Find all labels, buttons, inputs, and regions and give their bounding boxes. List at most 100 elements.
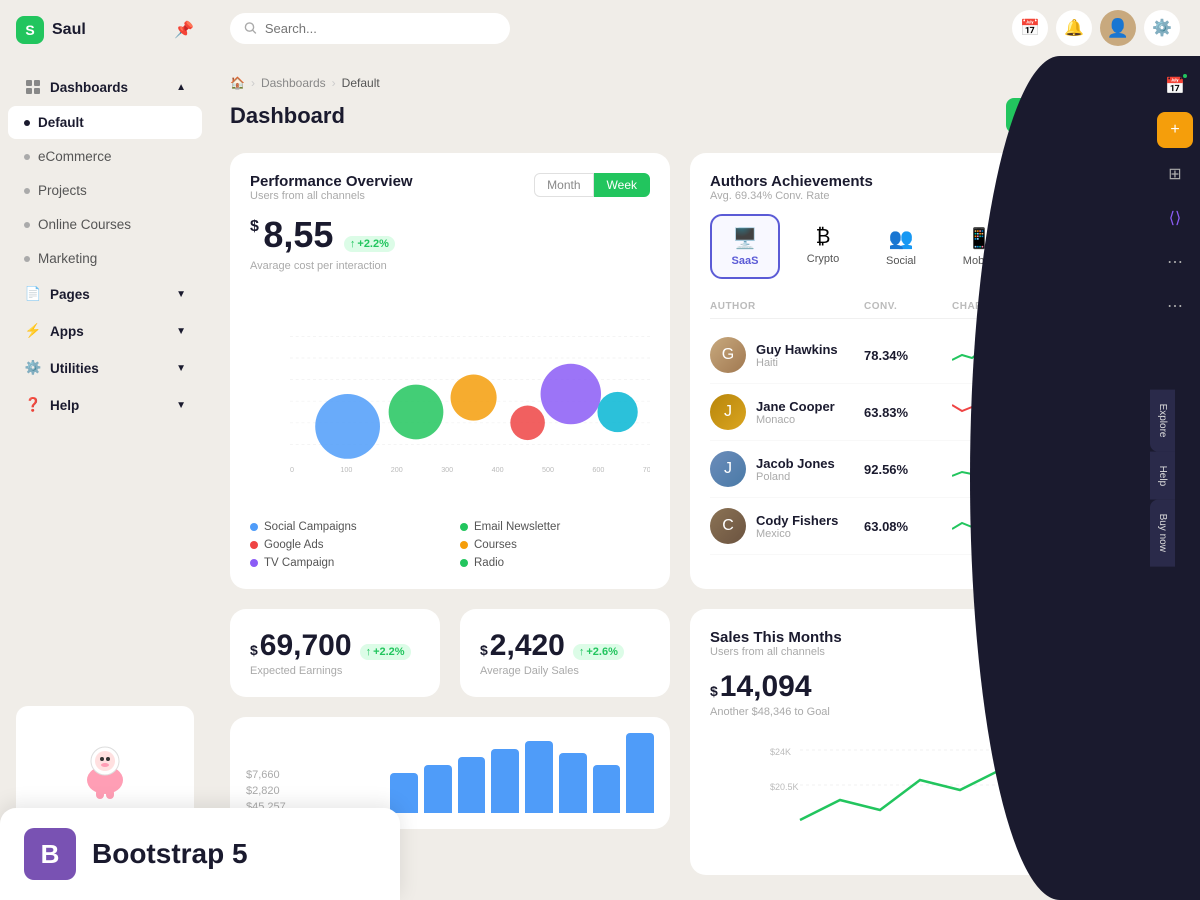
period-toggle: Month Week <box>534 173 650 197</box>
legend-label: TV Campaign <box>264 557 334 569</box>
mobile-label: Mobile <box>963 255 995 267</box>
notification-icon[interactable]: 🔔 <box>1056 10 1092 46</box>
explore-tab[interactable]: Explore <box>1150 390 1175 452</box>
table-row: C Cody Fishers Mexico 63.08% <box>710 498 1110 555</box>
sales-goal: Another $48,346 to Goal <box>710 706 1110 718</box>
content-main: 🏠 › Dashboards › Default Dashboard Creat… <box>210 56 1150 900</box>
utilities-icon: ⚙️ <box>24 359 42 377</box>
th-conv: CONV. <box>864 301 944 312</box>
topbar-right: 📅 🔔 👤 ⚙️ <box>1012 10 1180 46</box>
view-button[interactable]: → <box>1060 341 1088 369</box>
add-rp-icon[interactable]: + <box>1157 112 1193 148</box>
svg-text:0: 0 <box>290 465 294 474</box>
table-row: J Jacob Jones Poland 92.56% <box>710 441 1110 498</box>
sidebar-item-projects[interactable]: Projects <box>8 174 202 207</box>
dots2-rp-icon[interactable]: ⋯ <box>1157 288 1193 324</box>
legend-dot <box>460 541 468 549</box>
mini-chart <box>952 454 1052 484</box>
settings-icon[interactable]: ⚙️ <box>1144 10 1180 46</box>
sidebar-item-ecommerce[interactable]: eCommerce <box>8 140 202 173</box>
calendar-icon[interactable]: 📅 <box>1012 10 1048 46</box>
cat-tab-crypto[interactable]: ₿ Crypto <box>788 214 858 279</box>
legend-label: Social Campaigns <box>264 521 357 533</box>
legend-label: Radio <box>474 557 504 569</box>
grid-rp-icon[interactable]: ⊞ <box>1157 156 1193 192</box>
cat-tab-saas[interactable]: 🖥️ SaaS <box>710 214 780 279</box>
week-button[interactable]: Week <box>594 173 650 197</box>
sidebar-group-dashboards[interactable]: Dashboards ▲ <box>8 69 202 105</box>
dollar-sign: $ <box>250 642 258 658</box>
dot-icon <box>24 256 30 262</box>
dashboards-label: Dashboards <box>50 80 128 95</box>
month-button[interactable]: Month <box>534 173 593 197</box>
stats-row: $ 69,700 ↑ +2.2% Expected Earnings <box>230 609 670 697</box>
view-button[interactable]: → <box>1060 512 1088 540</box>
table-row: J Jane Cooper Monaco 63.83% <box>710 384 1110 441</box>
author-country: Mexico <box>756 528 838 540</box>
bootstrap-overlay: B Bootstrap 5 <box>0 808 400 900</box>
earnings-badge: ↑ +2.2% <box>360 644 411 660</box>
svg-text:600: 600 <box>592 465 604 474</box>
sidebar-header: S Saul 📌 <box>0 0 210 60</box>
conv-rate: 92.56% <box>864 462 944 477</box>
create-project-button[interactable]: Create Project <box>1006 98 1130 133</box>
bootstrap-text: Bootstrap 5 <box>92 838 248 870</box>
view-button[interactable]: → <box>1060 455 1088 483</box>
bubble-chart-container: 700 600 500 400 300 200 100 <box>250 284 650 509</box>
author-name: Cody Fishers <box>756 513 838 528</box>
code-rp-icon[interactable]: ⟨⟩ <box>1157 200 1193 236</box>
mobile-icon: 📱 <box>967 226 992 251</box>
user-avatar[interactable]: 👤 <box>1100 10 1136 46</box>
projects-label: Projects <box>38 183 87 198</box>
buy-tab[interactable]: Buy now <box>1150 500 1175 566</box>
avatar: J <box>710 451 746 487</box>
view-button[interactable]: → <box>1060 398 1088 426</box>
home-icon[interactable]: 🏠 <box>230 76 245 90</box>
earnings-card: $ 69,700 ↑ +2.2% Expected Earnings <box>230 609 440 697</box>
sidebar-group-utilities[interactable]: ⚙️ Utilities ▼ <box>8 350 202 386</box>
sales-card: Sales This Months Users from all channel… <box>690 609 1130 875</box>
right-panel: 📅 + ⊞ ⟨⟩ ⋯ ⋯ Explore Help Buy now <box>1150 56 1200 900</box>
author-info: G Guy Hawkins Haiti <box>710 337 856 373</box>
dot-icon <box>24 154 30 160</box>
cat-tab-others[interactable]: 📂 Others <box>1022 214 1092 279</box>
sidebar-group-pages[interactable]: 📄 Pages ▼ <box>8 276 202 312</box>
legend-dot <box>250 541 258 549</box>
search-input[interactable] <box>265 21 496 36</box>
social-label: Social <box>886 255 916 267</box>
table-header: AUTHOR CONV. CHART VIEW <box>710 295 1110 319</box>
dot-icon <box>24 188 30 194</box>
dots-rp-icon[interactable]: ⋯ <box>1157 244 1193 280</box>
marketing-label: Marketing <box>38 251 97 266</box>
performance-card: Performance Overview Users from all chan… <box>230 153 670 589</box>
others-label: Others <box>1040 255 1073 267</box>
category-tabs: 🖥️ SaaS ₿ Crypto 👥 Social 📱 <box>710 214 1110 279</box>
bar-chart-bars <box>390 733 654 813</box>
pin-icon[interactable]: 📌 <box>174 20 194 40</box>
conv-rate: 63.08% <box>864 519 944 534</box>
sidebar-item-default[interactable]: Default <box>8 106 202 139</box>
chart-legend: Social Campaigns Email Newsletter Google… <box>250 521 650 569</box>
author-country: Monaco <box>756 414 835 426</box>
cat-tab-mobile[interactable]: 📱 Mobile <box>944 214 1014 279</box>
legend-dot <box>460 523 468 531</box>
sidebar-item-online-courses[interactable]: Online Courses <box>8 208 202 241</box>
earnings-value: 69,700 <box>260 629 352 663</box>
breadcrumb-dashboards[interactable]: Dashboards <box>261 76 326 90</box>
authors-header: Authors Achievements Avg. 69.34% Conv. R… <box>710 173 1110 202</box>
svg-text:$20.5K: $20.5K <box>770 782 799 792</box>
author-country: Poland <box>756 471 835 483</box>
conv-rate: 78.34% <box>864 348 944 363</box>
sidebar-group-help[interactable]: ❓ Help ▼ <box>8 387 202 423</box>
th-author: AUTHOR <box>710 301 856 312</box>
sidebar-nav: Dashboards ▲ Default eCommerce Projects … <box>0 60 210 690</box>
help-tab[interactable]: Help <box>1150 451 1175 500</box>
cat-tab-social[interactable]: 👥 Social <box>866 214 936 279</box>
author-name: Jane Cooper <box>756 399 835 414</box>
sidebar-group-apps[interactable]: ⚡ Apps ▼ <box>8 313 202 349</box>
utilities-label: Utilities <box>50 361 99 376</box>
calendar-rp-icon[interactable]: 📅 <box>1157 68 1193 104</box>
sidebar-item-marketing[interactable]: Marketing <box>8 242 202 275</box>
search-box[interactable] <box>230 13 510 44</box>
earnings-label: Expected Earnings <box>250 665 420 677</box>
